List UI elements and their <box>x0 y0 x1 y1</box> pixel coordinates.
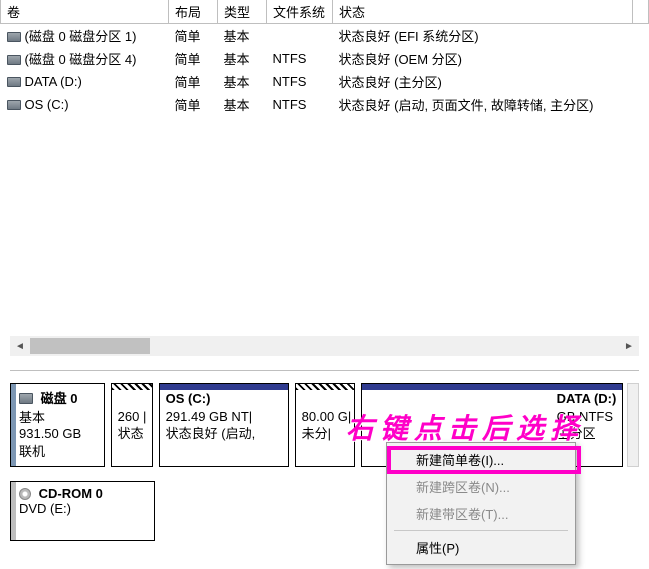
volume-name: OS (C:) <box>25 97 69 112</box>
partition-efi[interactable]: 260 | 状态 <box>111 383 153 467</box>
cell-type: 基本 <box>218 24 267 48</box>
partition-status: 主分区 <box>557 426 596 441</box>
partition-name: DATA (D:) <box>557 391 617 406</box>
horizontal-scrollbar[interactable]: ◄ ► <box>10 336 639 356</box>
scroll-thumb[interactable] <box>30 338 150 354</box>
table-row[interactable]: (磁盘 0 磁盘分区 4) 简单 基本 NTFS 状态良好 (OEM 分区) <box>1 47 649 70</box>
cell-status: 状态良好 (EFI 系统分区) <box>333 24 633 48</box>
cell-layout: 简单 <box>169 24 218 48</box>
cell-layout: 简单 <box>169 70 218 93</box>
hdd-icon <box>19 393 33 404</box>
partition-size: 260 | <box>118 409 147 424</box>
partition-size: 80.00 G| <box>302 409 352 424</box>
col-filesystem[interactable]: 文件系统 <box>267 0 333 24</box>
menu-new-spanned-volume[interactable]: 新建跨区卷(N)... <box>390 473 572 500</box>
cdrom-line: DVD (E:) <box>19 501 71 516</box>
partition-color-bar <box>160 384 288 390</box>
cell-status: 状态良好 (OEM 分区) <box>333 47 633 70</box>
partition-status: 未分| <box>302 426 331 441</box>
volume-icon <box>7 55 21 65</box>
cell-layout: 简单 <box>169 93 218 116</box>
col-volume[interactable]: 卷 <box>1 0 169 24</box>
disk0-state: 联机 <box>19 444 45 459</box>
col-overflow[interactable] <box>633 0 649 24</box>
volume-list-table[interactable]: 卷 布局 类型 文件系统 状态 (磁盘 0 磁盘分区 1) 简单 基本 状态良好… <box>0 0 649 116</box>
cell-layout: 简单 <box>169 47 218 70</box>
cell-type: 基本 <box>218 47 267 70</box>
scroll-track[interactable] <box>30 336 619 356</box>
cdrom-title: CD-ROM 0 <box>39 486 103 501</box>
cell-fs: NTFS <box>267 93 333 116</box>
partition-unallocated[interactable]: 80.00 G| 未分| <box>295 383 355 467</box>
volume-icon <box>7 100 21 110</box>
table-row[interactable]: OS (C:) 简单 基本 NTFS 状态良好 (启动, 页面文件, 故障转储,… <box>1 93 649 116</box>
vertical-scrollbar[interactable] <box>627 383 639 467</box>
cell-fs: NTFS <box>267 70 333 93</box>
disk0-kind: 基本 <box>19 410 45 425</box>
partition-status: 状态 <box>118 426 144 441</box>
cdrom-header[interactable]: CD-ROM 0 DVD (E:) <box>10 481 155 541</box>
partition-size: 291.49 GB NT| <box>166 409 252 424</box>
menu-properties[interactable]: 属性(P) <box>390 534 572 561</box>
partition-status: 状态良好 (启动, <box>166 426 256 441</box>
cell-fs: NTFS <box>267 47 333 70</box>
menu-separator <box>394 530 568 531</box>
column-header-row[interactable]: 卷 布局 类型 文件系统 状态 <box>1 0 649 24</box>
cell-status: 状态良好 (主分区) <box>333 70 633 93</box>
disk-color-bar <box>11 384 16 466</box>
col-layout[interactable]: 布局 <box>169 0 218 24</box>
scroll-left-button[interactable]: ◄ <box>10 336 30 356</box>
table-row[interactable]: (磁盘 0 磁盘分区 1) 简单 基本 状态良好 (EFI 系统分区) <box>1 24 649 48</box>
partition-color-bar <box>112 384 152 390</box>
partition-size: GB NTFS <box>557 409 613 424</box>
cell-type: 基本 <box>218 70 267 93</box>
partition-os-c[interactable]: OS (C:) 291.49 GB NT| 状态良好 (启动, <box>159 383 289 467</box>
col-status[interactable]: 状态 <box>333 0 633 24</box>
cd-icon <box>19 488 31 500</box>
partition-color-bar <box>296 384 354 390</box>
table-row[interactable]: DATA (D:) 简单 基本 NTFS 状态良好 (主分区) <box>1 70 649 93</box>
volume-icon <box>7 77 21 87</box>
partition-name: OS (C:) <box>166 391 211 406</box>
volume-name: DATA (D:) <box>25 74 82 89</box>
volume-name: (磁盘 0 磁盘分区 1) <box>25 29 137 44</box>
menu-new-simple-volume[interactable]: 新建简单卷(I)... <box>390 446 572 473</box>
disk-color-bar <box>11 482 16 540</box>
disk0-size: 931.50 GB <box>19 426 81 441</box>
cell-status: 状态良好 (启动, 页面文件, 故障转储, 主分区) <box>333 93 633 116</box>
partition-color-bar <box>362 384 623 390</box>
col-type[interactable]: 类型 <box>218 0 267 24</box>
volume-name: (磁盘 0 磁盘分区 4) <box>25 52 137 67</box>
scroll-right-button[interactable]: ► <box>619 336 639 356</box>
cell-fs <box>267 24 333 48</box>
menu-new-striped-volume[interactable]: 新建带区卷(T)... <box>390 500 572 527</box>
disk0-title: 磁盘 0 <box>41 391 78 406</box>
cell-type: 基本 <box>218 93 267 116</box>
disk0-header[interactable]: 磁盘 0 基本 931.50 GB 联机 <box>10 383 105 467</box>
volume-icon <box>7 32 21 42</box>
context-menu[interactable]: 新建简单卷(I)... 新建跨区卷(N)... 新建带区卷(T)... 属性(P… <box>386 442 576 565</box>
